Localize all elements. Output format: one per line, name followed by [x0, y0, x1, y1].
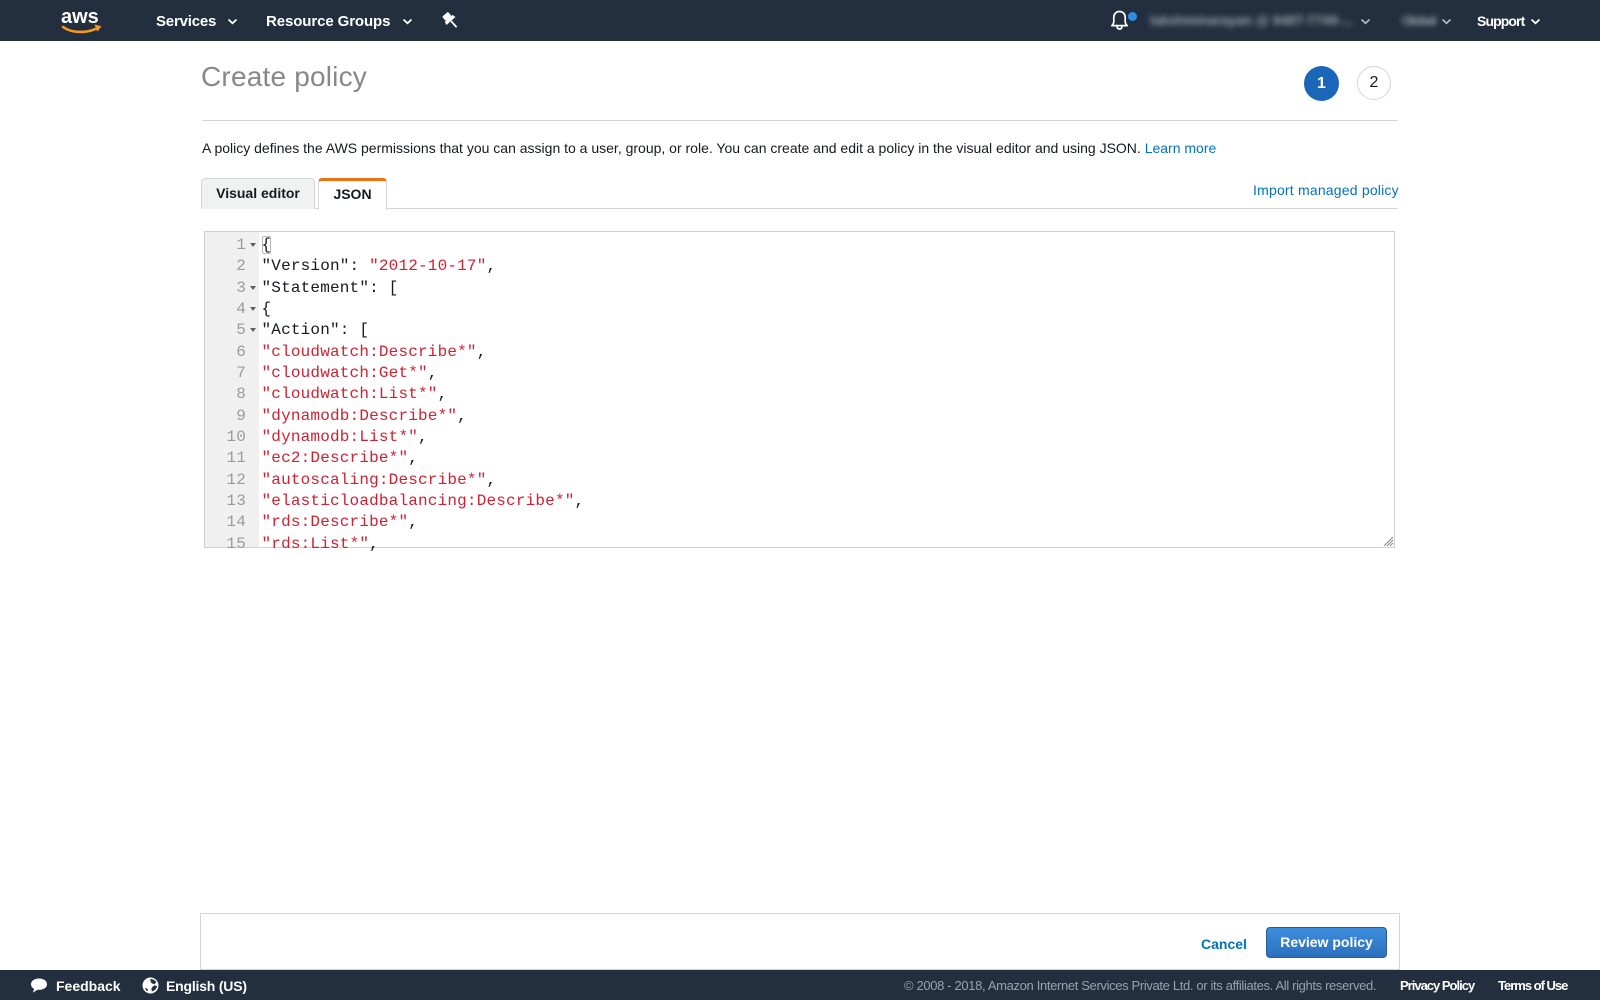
svg-text:aws: aws	[61, 7, 99, 28]
